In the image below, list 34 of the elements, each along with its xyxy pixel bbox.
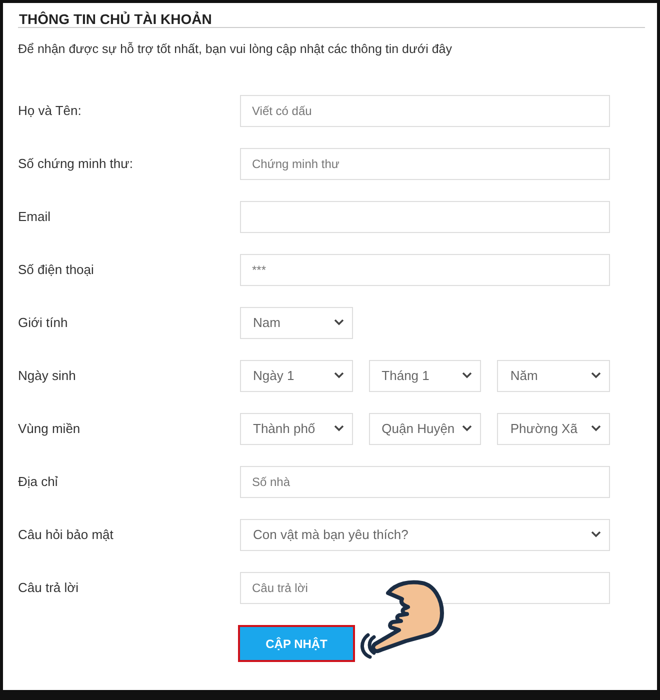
text-field[interactable]: Chứng minh thư — [240, 148, 610, 180]
dropdown[interactable]: Phường Xã — [497, 412, 610, 444]
text-field[interactable]: Số nhà — [240, 466, 610, 498]
dropdown[interactable]: Tháng 1 — [368, 360, 482, 392]
dropdown[interactable]: Con vật mà bạn yêu thích? — [240, 518, 610, 550]
field-label: Câu trả lời — [18, 580, 80, 595]
caret-icon — [334, 372, 344, 379]
text-field[interactable]: *** — [240, 254, 610, 286]
caret-icon — [334, 319, 344, 326]
caret-icon — [334, 425, 344, 432]
field-label: Email — [18, 209, 52, 224]
field-label: Địa chỉ — [18, 474, 59, 489]
caret-icon — [462, 372, 472, 379]
field-label: Vùng miền — [18, 421, 82, 436]
text-field[interactable]: Viết có dấu — [240, 94, 610, 126]
dropdown[interactable]: Quận Huyện — [368, 412, 482, 444]
dropdown[interactable]: Năm — [497, 360, 610, 392]
caret-icon — [462, 425, 472, 432]
dropdown[interactable]: Nam — [240, 306, 353, 338]
field-label: Câu hỏi bảo mật — [18, 527, 114, 542]
caret-icon — [591, 372, 602, 379]
field-label: Họ và Tên: — [18, 103, 82, 118]
caret-icon — [591, 531, 601, 538]
section-title: THÔNG TIN CHỦ TÀI KHOẢN — [18, 10, 212, 27]
field-label: Giới tính — [18, 315, 69, 330]
field-label: Ngày sinh — [18, 368, 77, 383]
intro-text: Để nhận được sự hỗ trợ tốt nhất, bạn vui lòng cập nhật các thông tin dưới đây — [18, 42, 452, 56]
caret-icon — [591, 425, 602, 432]
field-label: Số chứng minh thư: — [18, 156, 134, 171]
text-field[interactable]: Câu trả lời — [240, 572, 610, 604]
dropdown[interactable]: Ngày 1 — [240, 360, 353, 392]
dropdown[interactable]: Thành phố — [240, 412, 353, 444]
field-label: Số điện thoại — [18, 262, 95, 277]
text-field[interactable] — [240, 200, 610, 232]
